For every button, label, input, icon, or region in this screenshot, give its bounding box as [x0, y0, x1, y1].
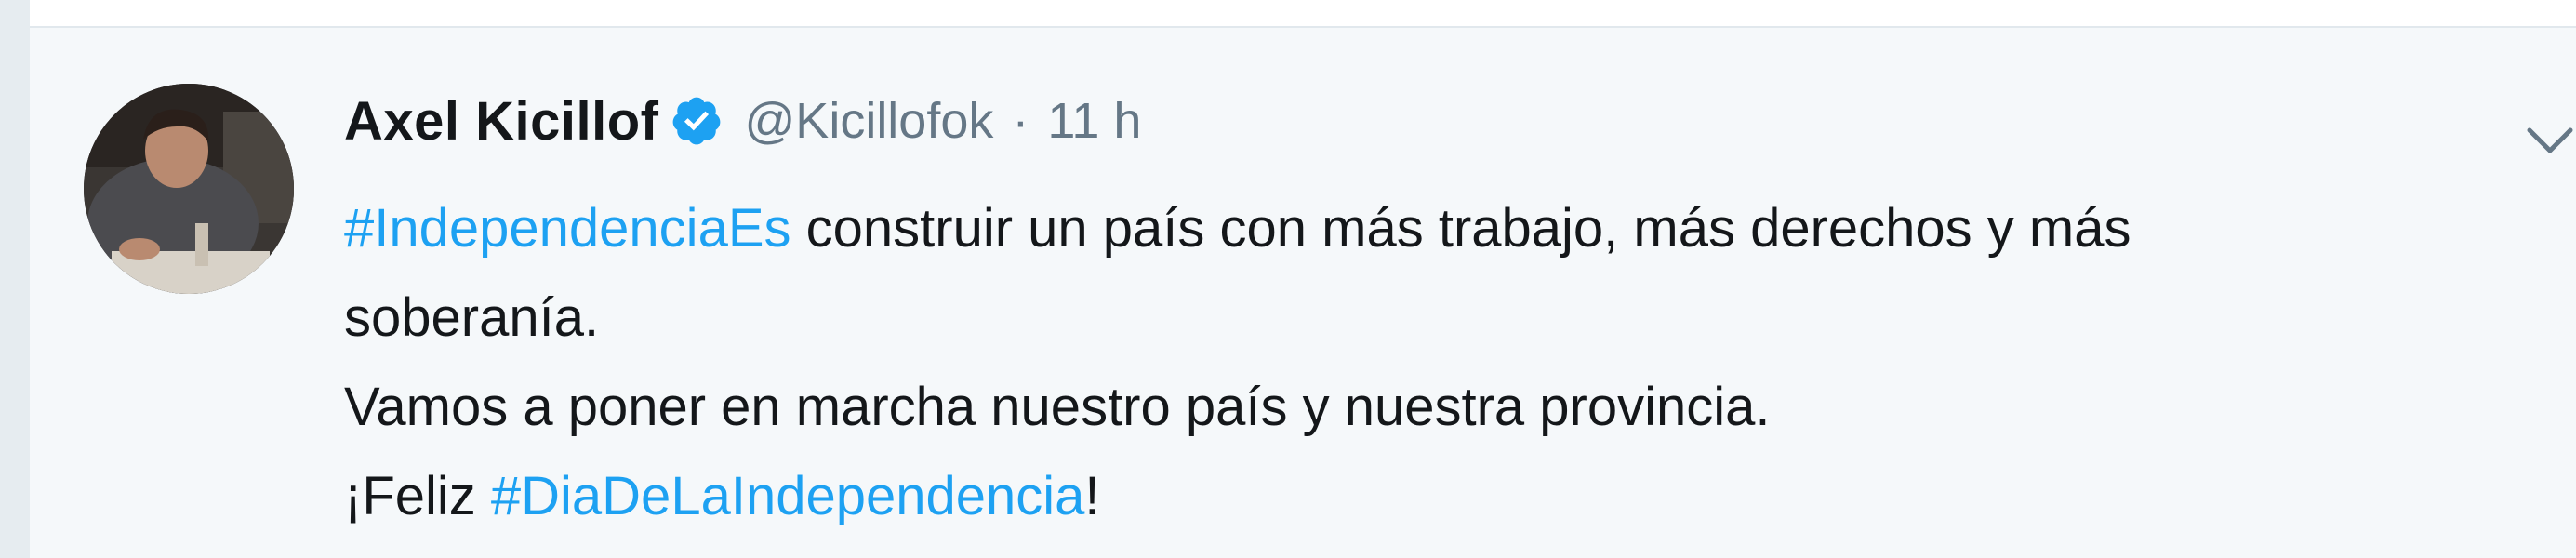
user-handle[interactable]: @Kicillofok	[744, 92, 993, 150]
display-name[interactable]: Axel Kicillof	[344, 90, 658, 153]
tweet-line-2: soberanía.	[344, 287, 600, 348]
previous-tweet-edge	[30, 0, 2576, 28]
tweet-text-segment: !	[1084, 466, 1100, 526]
tweet-text-segment: ¡Feliz	[344, 466, 491, 526]
timestamp[interactable]: 11 h	[1047, 92, 1141, 150]
tweet-text-segment: construir un país con más trabajo, más d…	[790, 198, 2131, 259]
tweet-text: #IndependenciaEs construir un país con m…	[344, 184, 2483, 541]
tweet-header: Axel Kicillof @Kicillofok · 11 h	[344, 84, 1141, 158]
separator-dot: ·	[1012, 93, 1029, 149]
verified-badge-icon	[670, 94, 724, 148]
hashtag-link[interactable]: #IndependenciaEs	[344, 198, 791, 259]
timeline-gutter	[0, 0, 30, 558]
avatar-photo	[84, 84, 294, 294]
tweet-line-1: #IndependenciaEs construir un país con m…	[344, 184, 2483, 273]
tweet-card[interactable]: Axel Kicillof @Kicillofok · 11 h #Indepe…	[30, 28, 2576, 558]
chevron-down-icon[interactable]	[2522, 112, 2576, 167]
avatar[interactable]	[84, 84, 294, 294]
tweet-line-4: ¡Feliz #DiaDeLaIndependencia!	[344, 452, 2483, 541]
timeline: Axel Kicillof @Kicillofok · 11 h #Indepe…	[0, 0, 2576, 558]
tweet-line-3: Vamos a poner en marcha nuestro país y n…	[344, 377, 1771, 437]
hashtag-link[interactable]: #DiaDeLaIndependencia	[491, 466, 1085, 526]
